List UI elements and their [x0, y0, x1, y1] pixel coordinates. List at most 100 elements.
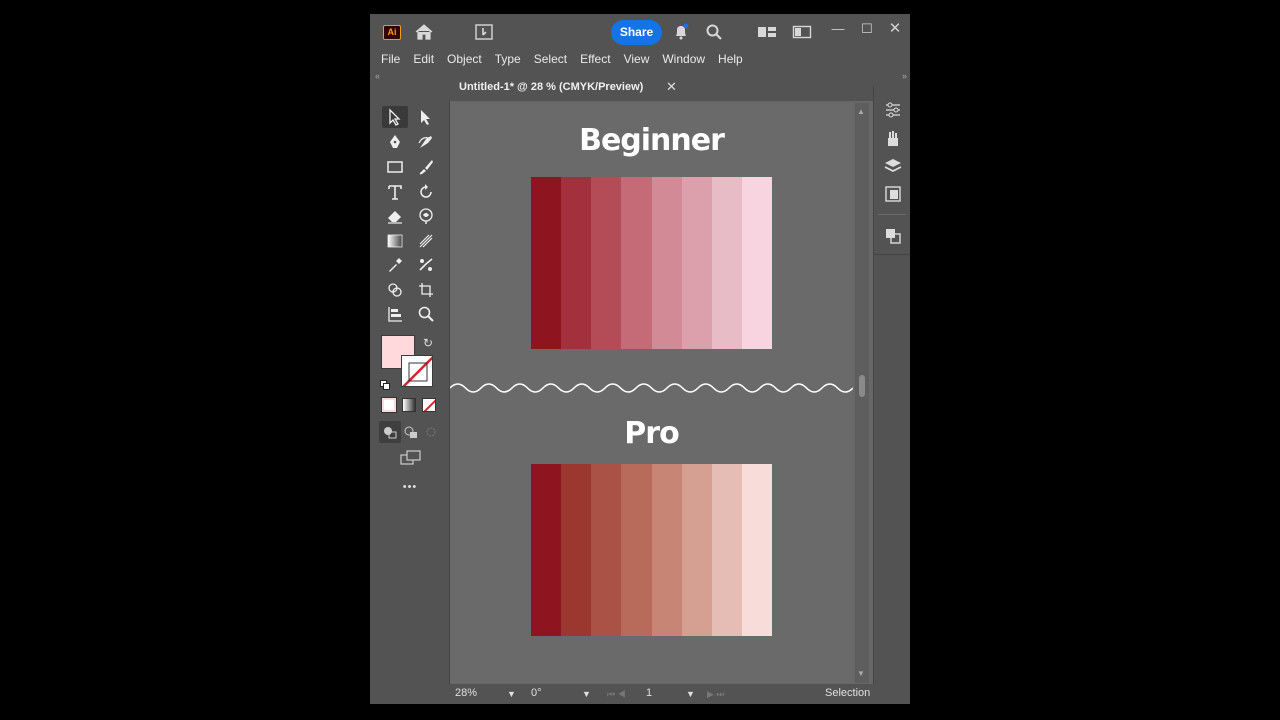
zoom-tool-icon[interactable]	[413, 303, 439, 325]
discover-icon[interactable]	[472, 21, 496, 43]
panels-icon[interactable]	[790, 21, 814, 43]
menu-bar: File Edit Object Type Select Effect View…	[370, 49, 910, 71]
pro-swatch-5[interactable]	[651, 464, 682, 636]
artboard-canvas[interactable]: Beginner Pro	[450, 103, 853, 683]
maximize-icon[interactable]: ☐	[855, 18, 879, 40]
pen-tool-icon[interactable]	[382, 131, 408, 153]
warp-tool-icon[interactable]	[413, 205, 439, 227]
menu-view[interactable]: View	[624, 49, 650, 71]
direct-selection-tool-icon[interactable]	[413, 106, 439, 128]
color-mode-button[interactable]	[381, 397, 397, 413]
shape-builder-tool-icon[interactable]	[382, 279, 408, 301]
default-fill-stroke-icon[interactable]	[380, 377, 390, 390]
menu-type[interactable]: Type	[495, 49, 521, 71]
none-mode-button[interactable]	[422, 398, 436, 412]
menu-select[interactable]: Select	[534, 49, 567, 71]
pro-swatch-6[interactable]	[681, 464, 712, 636]
draw-inside-icon[interactable]	[420, 421, 442, 443]
gradient-mode-button[interactable]	[402, 398, 416, 412]
edit-toolbar-button[interactable]: •••	[395, 481, 425, 493]
eraser-tool-icon[interactable]	[382, 205, 408, 227]
status-bar: 28% ▼ 0° ▼ ⏮ ◀ 1 ▼ ▶ ⏭ Selection	[449, 684, 910, 704]
close-window-icon[interactable]: ✕	[883, 18, 907, 40]
scroll-down-icon[interactable]: ▼	[857, 669, 865, 678]
beginner-swatch-2[interactable]	[561, 177, 592, 349]
panel-divider	[874, 254, 910, 255]
pro-swatch-1[interactable]	[531, 464, 562, 636]
zoom-field[interactable]: 28%	[455, 687, 477, 699]
pro-heading: Pro	[624, 416, 679, 451]
beginner-swatch-3[interactable]	[591, 177, 622, 349]
gradient-tool-icon[interactable]	[382, 230, 408, 252]
rotate-tool-icon[interactable]	[413, 181, 439, 203]
screen-mode-icon[interactable]	[397, 447, 425, 469]
eyedropper-tool-icon[interactable]	[382, 254, 408, 276]
menu-object[interactable]: Object	[447, 49, 482, 71]
first-artboard-icon[interactable]: ⏮ ◀	[607, 689, 626, 700]
menu-help[interactable]: Help	[718, 49, 743, 71]
blend-tool-icon[interactable]	[413, 254, 439, 276]
share-button[interactable]: Share	[611, 20, 662, 45]
menu-file[interactable]: File	[381, 49, 400, 71]
swap-fill-stroke-icon[interactable]: ↻	[423, 336, 433, 350]
toolbar-collapse-icon[interactable]: «	[375, 71, 450, 84]
beginner-swatch-7[interactable]	[711, 177, 742, 349]
scroll-up-icon[interactable]: ▲	[857, 107, 865, 116]
vertical-scrollbar[interactable]: ▲ ▼	[855, 103, 869, 683]
panel-divider	[878, 214, 906, 215]
wave-divider	[450, 383, 853, 393]
draw-behind-icon[interactable]	[400, 421, 422, 443]
panel-collapse-icon[interactable]: »	[873, 71, 910, 85]
pro-swatch-4[interactable]	[621, 464, 652, 636]
type-tool-icon[interactable]	[382, 181, 408, 203]
rotation-field[interactable]: 0°	[531, 687, 542, 699]
mesh-tool-icon[interactable]	[413, 230, 439, 252]
curvature-tool-icon[interactable]	[413, 131, 439, 153]
arrange-documents-icon[interactable]	[755, 21, 779, 43]
last-artboard-icon[interactable]: ▶ ⏭	[707, 689, 725, 700]
properties-icon[interactable]	[883, 100, 903, 120]
home-icon[interactable]	[412, 21, 436, 43]
selection-tool-icon[interactable]	[382, 106, 408, 128]
beginner-heading: Beginner	[579, 123, 725, 158]
rectangle-tool-icon[interactable]	[382, 156, 408, 178]
beginner-swatch-6[interactable]	[681, 177, 712, 349]
paintbrush-tool-icon[interactable]	[413, 156, 439, 178]
rotation-dropdown-icon[interactable]: ▼	[582, 689, 591, 699]
stroke-none-swatch[interactable]	[401, 355, 433, 387]
zoom-dropdown-icon[interactable]: ▼	[507, 689, 516, 699]
beginner-swatch-row[interactable]	[531, 177, 772, 349]
artboard-dropdown-icon[interactable]: ▼	[686, 689, 695, 699]
title-bar: Ai Share — ☐ ✕	[370, 14, 910, 49]
beginner-swatch-4[interactable]	[621, 177, 652, 349]
beginner-swatch-5[interactable]	[651, 177, 682, 349]
draw-normal-icon[interactable]	[379, 421, 401, 443]
bell-icon[interactable]	[669, 21, 693, 43]
libraries-icon[interactable]	[883, 128, 903, 148]
illustrator-window: Ai Share — ☐ ✕ File Edit Object Type Sel…	[370, 14, 910, 704]
tools-panel: ↻ •••	[375, 93, 447, 704]
menu-effect[interactable]: Effect	[580, 49, 610, 71]
column-graph-tool-icon[interactable]	[382, 303, 408, 325]
beginner-swatch-8[interactable]	[741, 177, 772, 349]
beginner-swatch-1[interactable]	[531, 177, 562, 349]
pro-swatch-row[interactable]	[531, 464, 772, 636]
pro-swatch-3[interactable]	[591, 464, 622, 636]
pro-swatch-2[interactable]	[561, 464, 592, 636]
status-mode-label: Selection	[825, 687, 871, 699]
pro-swatch-7[interactable]	[711, 464, 742, 636]
menu-edit[interactable]: Edit	[413, 49, 434, 71]
pro-swatch-8[interactable]	[741, 464, 772, 636]
artboard-number-field[interactable]: 1	[646, 687, 652, 699]
artboards-panel-icon[interactable]	[883, 184, 903, 204]
layers-icon[interactable]	[883, 156, 903, 176]
menu-window[interactable]: Window	[662, 49, 705, 71]
transparency-icon[interactable]	[883, 226, 903, 246]
document-close-icon[interactable]: ✕	[666, 79, 677, 95]
artboard-tool-icon[interactable]	[413, 279, 439, 301]
minimize-icon[interactable]: —	[826, 18, 850, 40]
document-tab[interactable]: Untitled-1* @ 28 % (CMYK/Preview) ✕	[449, 74, 683, 101]
search-icon[interactable]	[702, 21, 726, 43]
scroll-thumb[interactable]	[859, 375, 865, 397]
app-logo: Ai	[383, 25, 401, 40]
